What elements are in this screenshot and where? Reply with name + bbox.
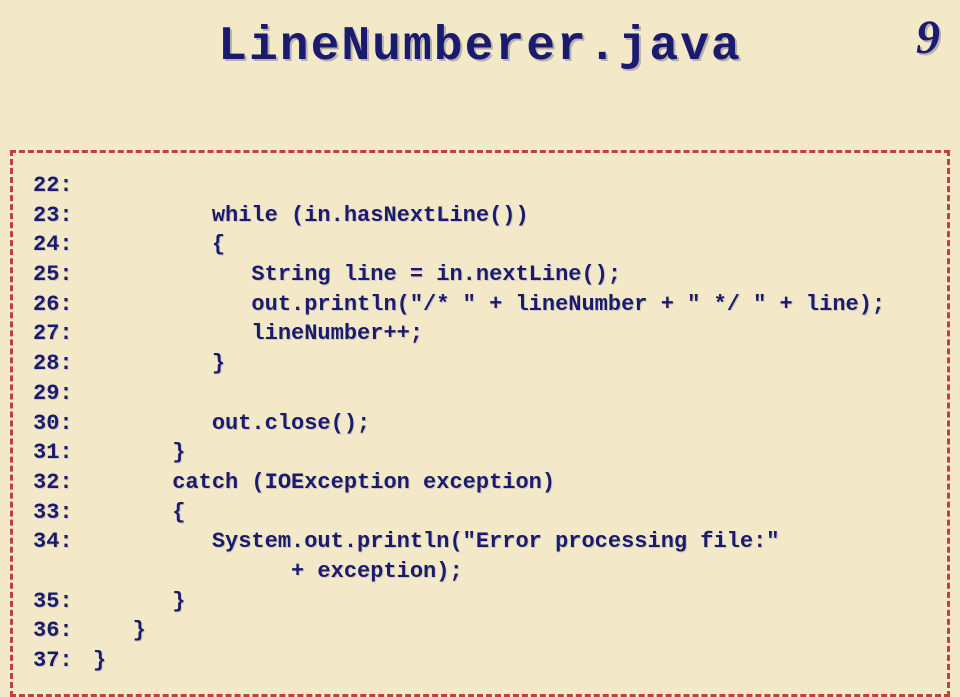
code-line: 22: — [33, 171, 927, 201]
code-line: 31: } — [33, 438, 927, 468]
code-block: 22:23: while (in.hasNextLine())24: {25: … — [10, 150, 950, 697]
line-number: 23: — [33, 201, 93, 231]
code-line: 25: String line = in.nextLine(); — [33, 260, 927, 290]
line-number: 24: — [33, 230, 93, 260]
line-text: } — [93, 648, 106, 673]
line-text: lineNumber++; — [93, 321, 423, 346]
line-text: System.out.println("Error processing fil… — [93, 529, 780, 554]
line-number: 33: — [33, 498, 93, 528]
code-line: 26: out.println("/* " + lineNumber + " *… — [33, 290, 927, 320]
line-text: while (in.hasNextLine()) — [93, 203, 529, 228]
line-number: 30: — [33, 409, 93, 439]
line-text: + exception); — [93, 559, 463, 584]
line-text: catch (IOException exception) — [93, 470, 555, 495]
line-number: 32: — [33, 468, 93, 498]
slide-title: LineNumberer.java — [218, 20, 742, 74]
line-text: { — [93, 500, 185, 525]
line-number: 29: — [33, 379, 93, 409]
code-line: 27: lineNumber++; — [33, 319, 927, 349]
code-line: 28: } — [33, 349, 927, 379]
line-text: { — [93, 232, 225, 257]
code-line: 36: } — [33, 616, 927, 646]
code-line: 23: while (in.hasNextLine()) — [33, 201, 927, 231]
code-line: 32: catch (IOException exception) — [33, 468, 927, 498]
line-number: 34: — [33, 527, 93, 557]
line-number: 35: — [33, 587, 93, 617]
code-line: 37:} — [33, 646, 927, 676]
line-number: 36: — [33, 616, 93, 646]
line-text: } — [93, 618, 146, 643]
line-text: out.close(); — [93, 411, 370, 436]
line-text: } — [93, 440, 185, 465]
line-text: out.println("/* " + lineNumber + " */ " … — [93, 292, 885, 317]
line-number: 37: — [33, 646, 93, 676]
code-line: 24: { — [33, 230, 927, 260]
page-number: 9 — [916, 10, 940, 65]
line-number: 26: — [33, 290, 93, 320]
code-line: + exception); — [33, 557, 927, 587]
line-text: } — [93, 351, 225, 376]
line-number: 31: — [33, 438, 93, 468]
code-line: 30: out.close(); — [33, 409, 927, 439]
code-line: 33: { — [33, 498, 927, 528]
code-line: 35: } — [33, 587, 927, 617]
code-line: 29: — [33, 379, 927, 409]
line-text: } — [93, 589, 185, 614]
line-number: 25: — [33, 260, 93, 290]
line-text: String line = in.nextLine(); — [93, 262, 621, 287]
line-number: 22: — [33, 171, 93, 201]
line-number: 28: — [33, 349, 93, 379]
line-number: 27: — [33, 319, 93, 349]
code-line: 34: System.out.println("Error processing… — [33, 527, 927, 557]
